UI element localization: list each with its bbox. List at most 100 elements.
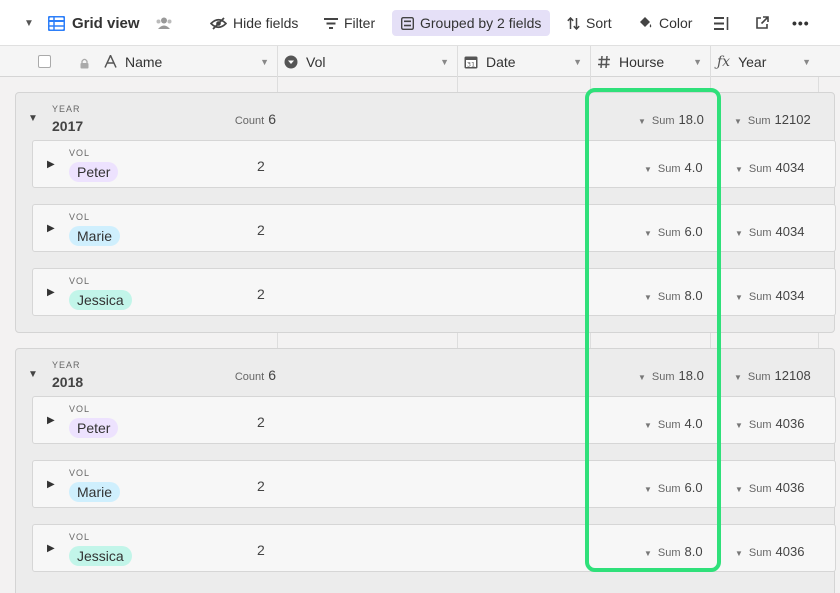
view-toolbar: ▼ Grid view Hide fields Filter Grouped b… [0, 0, 840, 46]
subgroup-sum-year[interactable]: ▼ Sum 4034 [735, 288, 804, 303]
subgroup-sum-hours[interactable]: ▼ Sum 4.0 [644, 160, 703, 175]
select-all-checkbox[interactable] [38, 46, 58, 77]
subgroup-sum-hours[interactable]: ▼ Sum 8.0 [644, 544, 703, 559]
summary-caret-icon: ▼ [638, 373, 646, 382]
sort-icon [567, 16, 580, 30]
year-group: ▼ YEAR 2017 Count 6 ▼ Sum 18.0 ▼ Sum 12102 ▶ … [15, 92, 836, 333]
more-options-icon[interactable]: ••• [792, 10, 810, 36]
group-sum-year[interactable]: ▼ Sum 12108 [734, 368, 811, 383]
vol-subgroup[interactable]: ▶ VOL Marie 2 ▼ Sum 6.0 ▼ Sum 4036 [32, 460, 836, 508]
text-field-icon [104, 55, 117, 68]
subgroup-sum-year[interactable]: ▼ Sum 4034 [735, 160, 804, 175]
column-year-label: Year [738, 53, 767, 70]
summary-caret-icon: ▼ [735, 485, 743, 494]
vol-pill: Jessica [69, 290, 132, 310]
chevron-down-icon[interactable]: ▼ [440, 57, 449, 67]
group-label: Grouped by 2 fields [420, 15, 542, 31]
chevron-down-icon[interactable]: ▼ [693, 57, 702, 67]
expand-caret-icon[interactable]: ▶ [47, 159, 55, 170]
column-header-date[interactable]: 31 Date ▼ [458, 46, 591, 77]
row-height-icon[interactable] [714, 10, 732, 36]
sum-label: Sum [748, 547, 772, 559]
view-menu-caret-icon[interactable]: ▼ [22, 10, 36, 36]
subgroup-sum-hours[interactable]: ▼ Sum 6.0 [644, 480, 703, 495]
vol-pill: Marie [69, 226, 121, 246]
summary-caret-icon: ▼ [644, 485, 652, 494]
expand-caret-icon[interactable]: ▶ [47, 543, 55, 554]
filter-button[interactable]: Filter [324, 10, 375, 36]
column-header-name[interactable]: Name ▼ [104, 46, 278, 77]
collapse-caret-icon[interactable]: ▼ [28, 113, 38, 124]
sum-label: Sum [748, 291, 772, 303]
subgroup-sum-year[interactable]: ▼ Sum 4036 [735, 544, 804, 559]
share-view-icon[interactable] [755, 10, 773, 36]
group-sum-hours[interactable]: ▼ Sum 18.0 [638, 368, 704, 383]
summary-caret-icon: ▼ [735, 293, 743, 302]
collapse-caret-icon[interactable]: ▼ [28, 369, 38, 380]
hide-fields-button[interactable]: Hide fields [210, 10, 298, 36]
vol-subgroup[interactable]: ▶ VOL Peter 2 ▼ Sum 4.0 ▼ Sum 4036 [32, 396, 836, 444]
group-header[interactable]: ▼ YEAR 2017 Count 6 ▼ Sum 18.0 ▼ Sum 12102 [16, 93, 834, 141]
sum-value: 4034 [775, 288, 805, 303]
summary-caret-icon: ▼ [644, 549, 652, 558]
summary-caret-icon: ▼ [735, 229, 743, 238]
vol-subgroup[interactable]: ▶ VOL Jessica 2 ▼ Sum 8.0 ▼ Sum 4034 [32, 268, 836, 316]
vol-subgroup[interactable]: ▶ VOL Marie 2 ▼ Sum 6.0 ▼ Sum 4034 [32, 204, 836, 252]
subgroup-sum-hours[interactable]: ▼ Sum 4.0 [644, 416, 703, 431]
filter-label: Filter [344, 15, 376, 31]
count-value: 6 [268, 367, 276, 383]
group-sum-hours[interactable]: ▼ Sum 18.0 [638, 112, 704, 127]
count-label: Count [234, 115, 265, 127]
expand-caret-icon[interactable]: ▶ [47, 479, 55, 490]
summary-caret-icon: ▼ [644, 229, 652, 238]
column-name-label: Name [125, 53, 163, 70]
sum-label: Sum [657, 419, 681, 431]
chevron-down-icon[interactable]: ▼ [802, 57, 811, 67]
group-field-label: YEAR [52, 104, 81, 114]
column-header-row: Name ▼ Vol ▼ 31 Date ▼ Hourse ▼ ƒx Year … [0, 46, 840, 77]
subgroup-count: 2 [257, 222, 265, 238]
subgroup-field-label: VOL [69, 212, 91, 222]
sum-label: Sum [748, 483, 772, 495]
calendar-icon: 31 [464, 55, 478, 69]
column-header-year[interactable]: ƒx Year ▼ [711, 46, 819, 77]
collaborators-icon[interactable] [155, 10, 173, 36]
color-button[interactable]: Color [638, 10, 692, 36]
summary-caret-icon: ▼ [644, 165, 652, 174]
view-name[interactable]: Grid view [72, 10, 140, 36]
group-header[interactable]: ▼ YEAR 2018 Count 6 ▼ Sum 18.0 ▼ Sum 12108 [16, 349, 834, 397]
subgroup-sum-hours[interactable]: ▼ Sum 6.0 [644, 224, 703, 239]
checkbox-box[interactable] [38, 55, 51, 68]
sum-value: 4034 [775, 160, 805, 175]
grid-view-icon [48, 10, 66, 36]
vol-subgroup[interactable]: ▶ VOL Peter 2 ▼ Sum 4.0 ▼ Sum 4034 [32, 140, 836, 188]
subgroup-sum-year[interactable]: ▼ Sum 4034 [735, 224, 804, 239]
sort-button[interactable]: Sort [567, 10, 612, 36]
vol-subgroup[interactable]: ▶ VOL Jessica 2 ▼ Sum 8.0 ▼ Sum 4036 [32, 524, 836, 572]
chevron-down-icon[interactable]: ▼ [260, 57, 269, 67]
summary-caret-icon: ▼ [734, 373, 742, 382]
column-header-hours[interactable]: Hourse ▼ [591, 46, 711, 77]
group-button[interactable]: Grouped by 2 fields [392, 10, 551, 36]
expand-caret-icon[interactable]: ▶ [47, 415, 55, 426]
group-value: 2018 [52, 374, 84, 390]
sum-value: 4036 [775, 480, 805, 495]
subgroup-sum-year[interactable]: ▼ Sum 4036 [735, 480, 804, 495]
single-select-icon [284, 55, 298, 69]
column-date-label: Date [486, 53, 516, 70]
chevron-down-icon[interactable]: ▼ [573, 57, 582, 67]
color-label: Color [659, 15, 693, 31]
group-count: Count 6 [235, 111, 276, 127]
expand-caret-icon[interactable]: ▶ [47, 223, 55, 234]
vol-pill: Marie [69, 482, 121, 502]
sum-value: 4.0 [684, 160, 703, 175]
formula-icon: ƒx [717, 53, 731, 70]
column-header-vol[interactable]: Vol ▼ [278, 46, 458, 77]
sum-label: Sum [657, 163, 681, 175]
subgroup-sum-hours[interactable]: ▼ Sum 8.0 [644, 288, 703, 303]
summary-caret-icon: ▼ [735, 165, 743, 174]
subgroup-sum-year[interactable]: ▼ Sum 4036 [735, 416, 804, 431]
summary-caret-icon: ▼ [735, 549, 743, 558]
group-sum-year[interactable]: ▼ Sum 12102 [734, 112, 811, 127]
expand-caret-icon[interactable]: ▶ [47, 287, 55, 298]
